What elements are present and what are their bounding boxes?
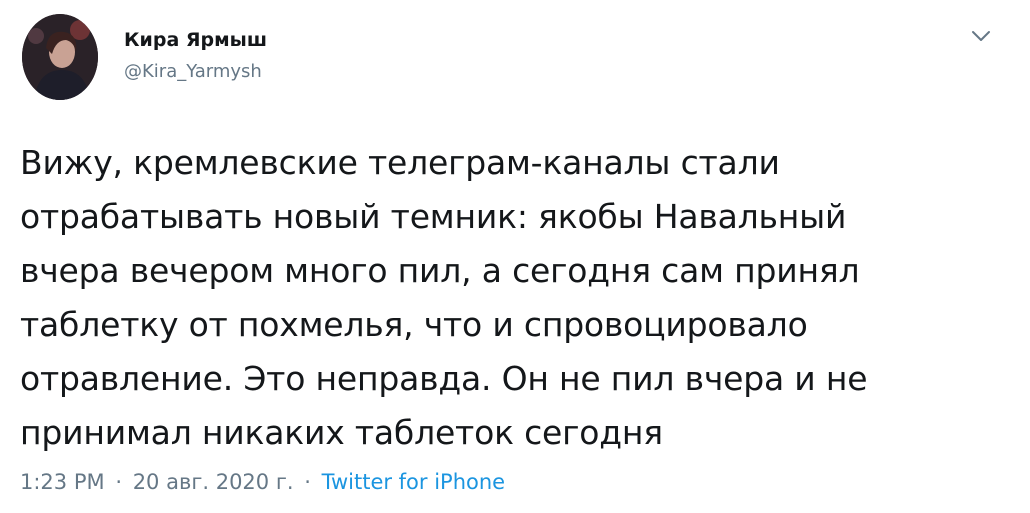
tweet-card: Кира Ярмыш @Kira_Yarmysh Вижу, кремлевск… bbox=[0, 0, 1030, 513]
user-handle[interactable]: @Kira_Yarmysh bbox=[124, 60, 267, 84]
chevron-down-icon bbox=[972, 31, 990, 41]
meta-separator: · bbox=[115, 470, 122, 494]
tweet-time[interactable]: 1:23 PM bbox=[20, 470, 105, 494]
tweet-meta: 1:23 PM · 20 авг. 2020 г. · Twitter for … bbox=[20, 468, 505, 496]
tweet-source-link[interactable]: Twitter for iPhone bbox=[322, 470, 506, 494]
tweet-text: Вижу, кремлевские телеграм-каналы стали … bbox=[20, 143, 868, 452]
avatar[interactable] bbox=[22, 14, 98, 100]
tweet-date[interactable]: 20 авг. 2020 г. bbox=[133, 470, 294, 494]
meta-separator: · bbox=[304, 470, 311, 494]
author-names: Кира Ярмыш @Kira_Yarmysh bbox=[124, 28, 267, 84]
avatar-photo-icon bbox=[22, 14, 98, 100]
tweet-menu-button[interactable] bbox=[970, 28, 992, 44]
tweet-header: Кира Ярмыш @Kira_Yarmysh bbox=[22, 14, 1012, 102]
display-name[interactable]: Кира Ярмыш bbox=[124, 28, 267, 52]
